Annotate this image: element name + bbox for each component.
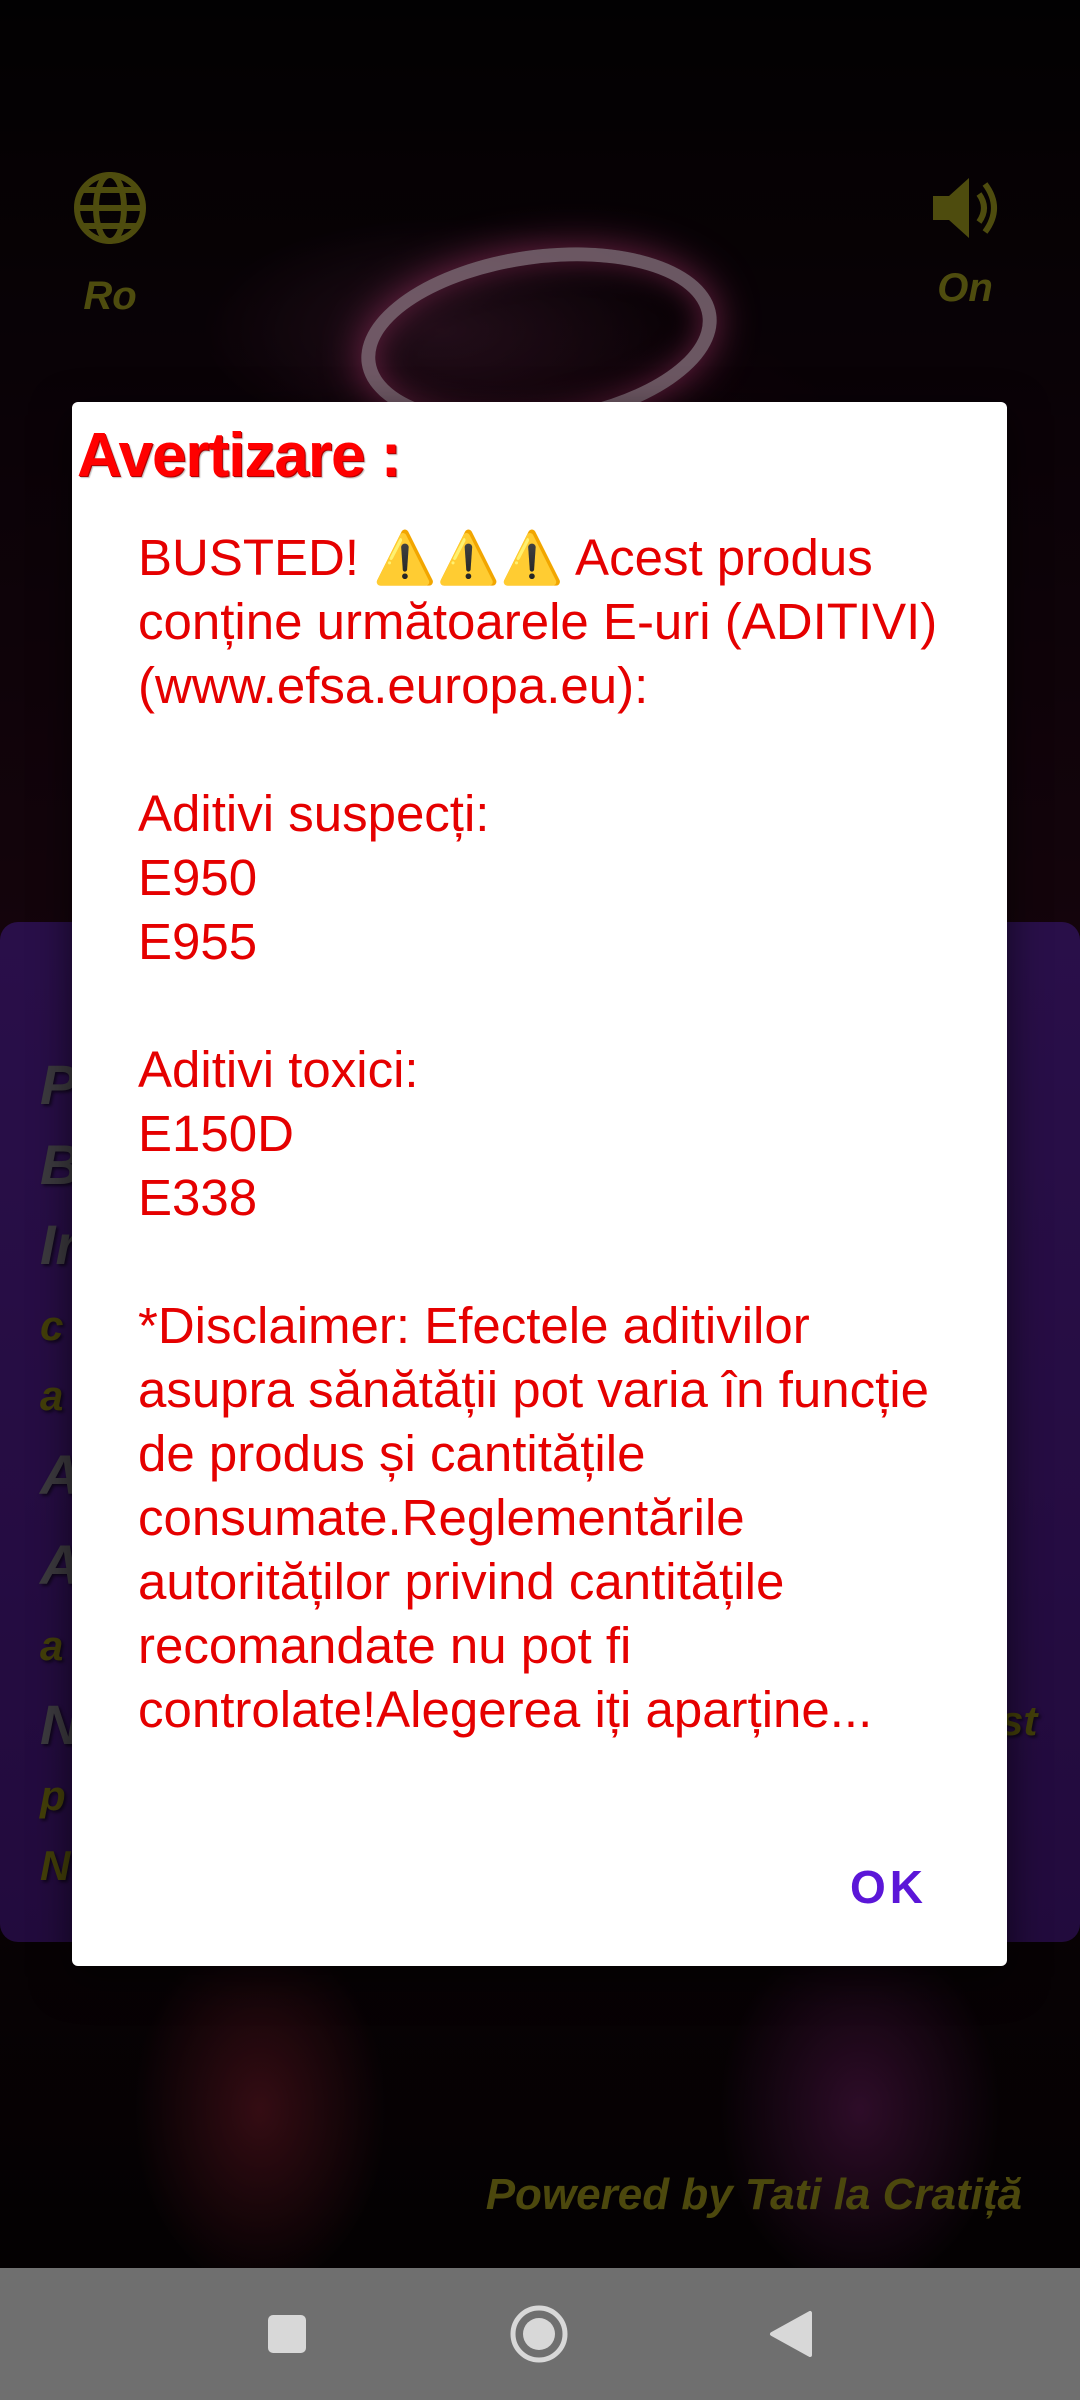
square-icon [268, 2315, 306, 2353]
recents-button[interactable] [227, 2268, 347, 2400]
warning-dialog: Avertizare : BUSTED! ⚠️⚠️⚠️ Acest produs… [72, 402, 1007, 1966]
triangle-back-icon [770, 2311, 812, 2357]
dialog-message: BUSTED! ⚠️⚠️⚠️ Acest produs conține urmă… [138, 529, 938, 1738]
home-button[interactable] [479, 2268, 599, 2400]
dialog-title: Avertizare : [77, 421, 401, 490]
back-button[interactable] [731, 2268, 851, 2400]
ok-button[interactable]: OK [850, 1860, 927, 1914]
circle-icon [510, 2305, 568, 2363]
system-navigation-bar [0, 2268, 1080, 2400]
app-screen: Ro On P B Ir c a A A a N st p N Powered … [0, 0, 1080, 2400]
